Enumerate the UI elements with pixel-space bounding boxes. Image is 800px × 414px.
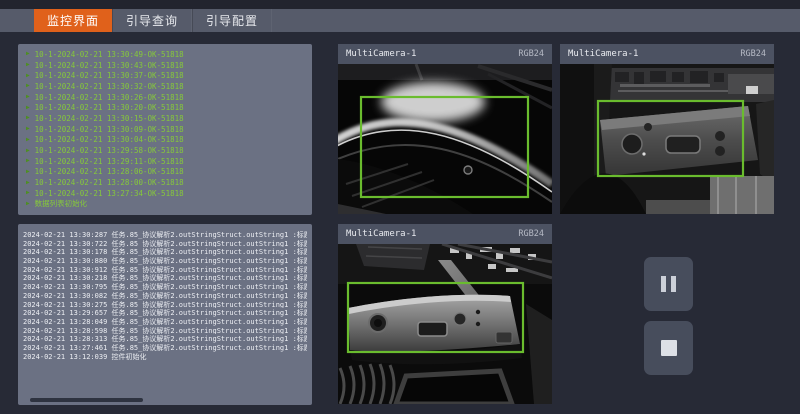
tree-entry-label: 10-1-2024-02-21 13:30:04-OK-51818	[35, 135, 184, 144]
log-line: 2024-02-21 13:12:039 控件初始化	[23, 352, 307, 361]
expand-arrow-icon[interactable]: ▶	[26, 137, 30, 143]
log-line: 2024-02-21 13:28:049 任务.85_协议解析2.outStri…	[23, 317, 307, 326]
camera-pixel-format: RGB24	[518, 229, 544, 239]
tree-entry-label: 10-1-2024-02-21 13:30:15-OK-51818	[35, 114, 184, 123]
monitoring-app-window: 监控界面 引导查询 引导配置 ▶ 10-1-2024-02-21 13:30:4…	[0, 0, 800, 414]
tree-entry-label: 10-1-2024-02-21 13:30:43-OK-51818	[35, 61, 184, 70]
tree-log-entry[interactable]: ▶ 10-1-2024-02-21 13:30:09-OK-51818	[24, 124, 306, 135]
tab-monitor-view[interactable]: 监控界面	[34, 9, 112, 32]
tree-entry-label: 10-1-2024-02-21 13:30:32-OK-51818	[35, 82, 184, 91]
camera-title: MultiCamera-1	[568, 49, 638, 59]
log-line: 2024-02-21 13:30:880 任务.85_协议解析2.outStri…	[23, 256, 307, 265]
expand-arrow-icon[interactable]: ▶	[26, 62, 30, 68]
expand-arrow-icon[interactable]: ▶	[26, 51, 30, 57]
tree-entry-label: 10-1-2024-02-21 13:27:34-OK-51818	[35, 189, 184, 198]
camera-pixel-format: RGB24	[518, 49, 544, 59]
log-line: 2024-02-21 13:30:912 任务.85_协议解析2.outStri…	[23, 265, 307, 274]
tree-entry-label: 10-1-2024-02-21 13:30:20-OK-51818	[35, 103, 184, 112]
expand-arrow-icon[interactable]: ▶	[26, 201, 30, 207]
expand-arrow-icon[interactable]: ▶	[26, 148, 30, 154]
log-line: 2024-02-21 13:30:722 任务.85_协议解析2.outStri…	[23, 239, 307, 248]
log-line: 2024-02-21 13:30:218 任务.85_协议解析2.outStri…	[23, 273, 307, 282]
tree-entry-label: 10-1-2024-02-21 13:30:49-OK-51818	[35, 50, 184, 59]
pause-icon	[661, 276, 676, 292]
camera-1-header: MultiCamera-1 RGB24	[338, 44, 552, 64]
tree-log-entry[interactable]: ▶ 10-1-2024-02-21 13:30:20-OK-51818	[24, 102, 306, 113]
tree-entry-label: 10-1-2024-02-21 13:29:11-OK-51818	[35, 157, 184, 166]
log-line: 2024-02-21 13:29:657 任务.85_协议解析2.outStri…	[23, 308, 307, 317]
tree-log-entry[interactable]: ▶ 10-1-2024-02-21 13:30:32-OK-51818	[24, 81, 306, 92]
stop-button[interactable]	[644, 321, 693, 375]
expand-arrow-icon[interactable]: ▶	[26, 180, 30, 186]
camera-title: MultiCamera-1	[346, 229, 416, 239]
camera-panel-3: MultiCamera-1 RGB24	[338, 224, 552, 404]
log-line: 2024-02-21 13:30:082 任务.85_协议解析2.outStri…	[23, 291, 307, 300]
pause-button[interactable]	[644, 257, 693, 311]
expand-arrow-icon[interactable]: ▶	[26, 94, 30, 100]
tree-log-entry[interactable]: ▶ 10-1-2024-02-21 13:29:11-OK-51818	[24, 156, 306, 167]
tree-entry-label: 10-1-2024-02-21 13:30:26-OK-51818	[35, 93, 184, 102]
tree-log-entry[interactable]: ▶ 10-1-2024-02-21 13:30:15-OK-51818	[24, 113, 306, 124]
log-line: 2024-02-21 13:30:795 任务.85_协议解析2.outStri…	[23, 282, 307, 291]
expand-arrow-icon[interactable]: ▶	[26, 126, 30, 132]
window-top-strip	[0, 0, 800, 9]
tab-guide-query[interactable]: 引导查询	[112, 9, 192, 32]
tab-guide-config[interactable]: 引导配置	[192, 9, 272, 32]
stop-icon	[661, 340, 677, 356]
tree-log-entry[interactable]: ▶ 10-1-2024-02-21 13:28:00-OK-51818	[24, 177, 306, 188]
tree-log-entry[interactable]: ▶ 10-1-2024-02-21 13:30:49-OK-51818	[24, 49, 306, 60]
tree-log-entry[interactable]: ▶ 数据列表初始化	[24, 199, 306, 210]
expand-arrow-icon[interactable]: ▶	[26, 73, 30, 79]
camera-1-image	[338, 64, 552, 214]
tree-entry-label: 10-1-2024-02-21 13:30:09-OK-51818	[35, 125, 184, 134]
tree-log-entry[interactable]: ▶ 10-1-2024-02-21 13:30:37-OK-51818	[24, 70, 306, 81]
camera-3-header: MultiCamera-1 RGB24	[338, 224, 552, 244]
log-line: 2024-02-21 13:30:287 任务.85_协议解析2.outStri…	[23, 230, 307, 239]
log-line: 2024-02-21 13:28:313 任务.85_协议解析2.outStri…	[23, 334, 307, 343]
camera-panel-1: MultiCamera-1 RGB24	[338, 44, 552, 214]
tree-log-entry[interactable]: ▶ 10-1-2024-02-21 13:28:06-OK-51818	[24, 167, 306, 178]
tree-entry-label: 10-1-2024-02-21 13:28:00-OK-51818	[35, 178, 184, 187]
expand-arrow-icon[interactable]: ▶	[26, 83, 30, 89]
log-horizontal-scrollbar[interactable]	[30, 398, 143, 402]
log-line: 2024-02-21 13:27:461 任务.85_协议解析2.outStri…	[23, 343, 307, 352]
expand-arrow-icon[interactable]: ▶	[26, 190, 30, 196]
tree-log-entry[interactable]: ▶ 10-1-2024-02-21 13:30:04-OK-51818	[24, 135, 306, 146]
tree-entry-label: 10-1-2024-02-21 13:29:58-OK-51818	[35, 146, 184, 155]
camera-3-image	[338, 244, 552, 404]
tree-log-entry[interactable]: ▶ 10-1-2024-02-21 13:30:43-OK-51818	[24, 60, 306, 71]
tree-entry-label: 10-1-2024-02-21 13:30:37-OK-51818	[35, 71, 184, 80]
log-line: 2024-02-21 13:30:275 任务.85_协议解析2.outStri…	[23, 300, 307, 309]
camera-title: MultiCamera-1	[346, 49, 416, 59]
camera-2-image	[560, 64, 774, 214]
expand-arrow-icon[interactable]: ▶	[26, 105, 30, 111]
expand-arrow-icon[interactable]: ▶	[26, 158, 30, 164]
result-tree-panel[interactable]: ▶ 10-1-2024-02-21 13:30:49-OK-51818 ▶ 10…	[18, 44, 312, 215]
log-line: 2024-02-21 13:30:178 任务.85_协议解析2.outStri…	[23, 247, 307, 256]
tree-log-entry[interactable]: ▶ 10-1-2024-02-21 13:30:26-OK-51818	[24, 92, 306, 103]
tree-entry-label: 数据列表初始化	[35, 198, 88, 209]
tree-log-entry[interactable]: ▶ 10-1-2024-02-21 13:29:58-OK-51818	[24, 145, 306, 156]
detail-log-panel[interactable]: 2024-02-21 13:30:287 任务.85_协议解析2.outStri…	[18, 224, 312, 405]
camera-pixel-format: RGB24	[740, 49, 766, 59]
camera-2-header: MultiCamera-1 RGB24	[560, 44, 774, 64]
main-tab-bar: 监控界面 引导查询 引导配置	[0, 9, 800, 32]
camera-panel-2: MultiCamera-1 RGB24	[560, 44, 774, 214]
log-line: 2024-02-21 13:28:598 任务.85_协议解析2.outStri…	[23, 326, 307, 335]
tree-log-entry[interactable]: ▶ 10-1-2024-02-21 13:27:34-OK-51818	[24, 188, 306, 199]
tree-entry-label: 10-1-2024-02-21 13:28:06-OK-51818	[35, 167, 184, 176]
expand-arrow-icon[interactable]: ▶	[26, 115, 30, 121]
expand-arrow-icon[interactable]: ▶	[26, 169, 30, 175]
